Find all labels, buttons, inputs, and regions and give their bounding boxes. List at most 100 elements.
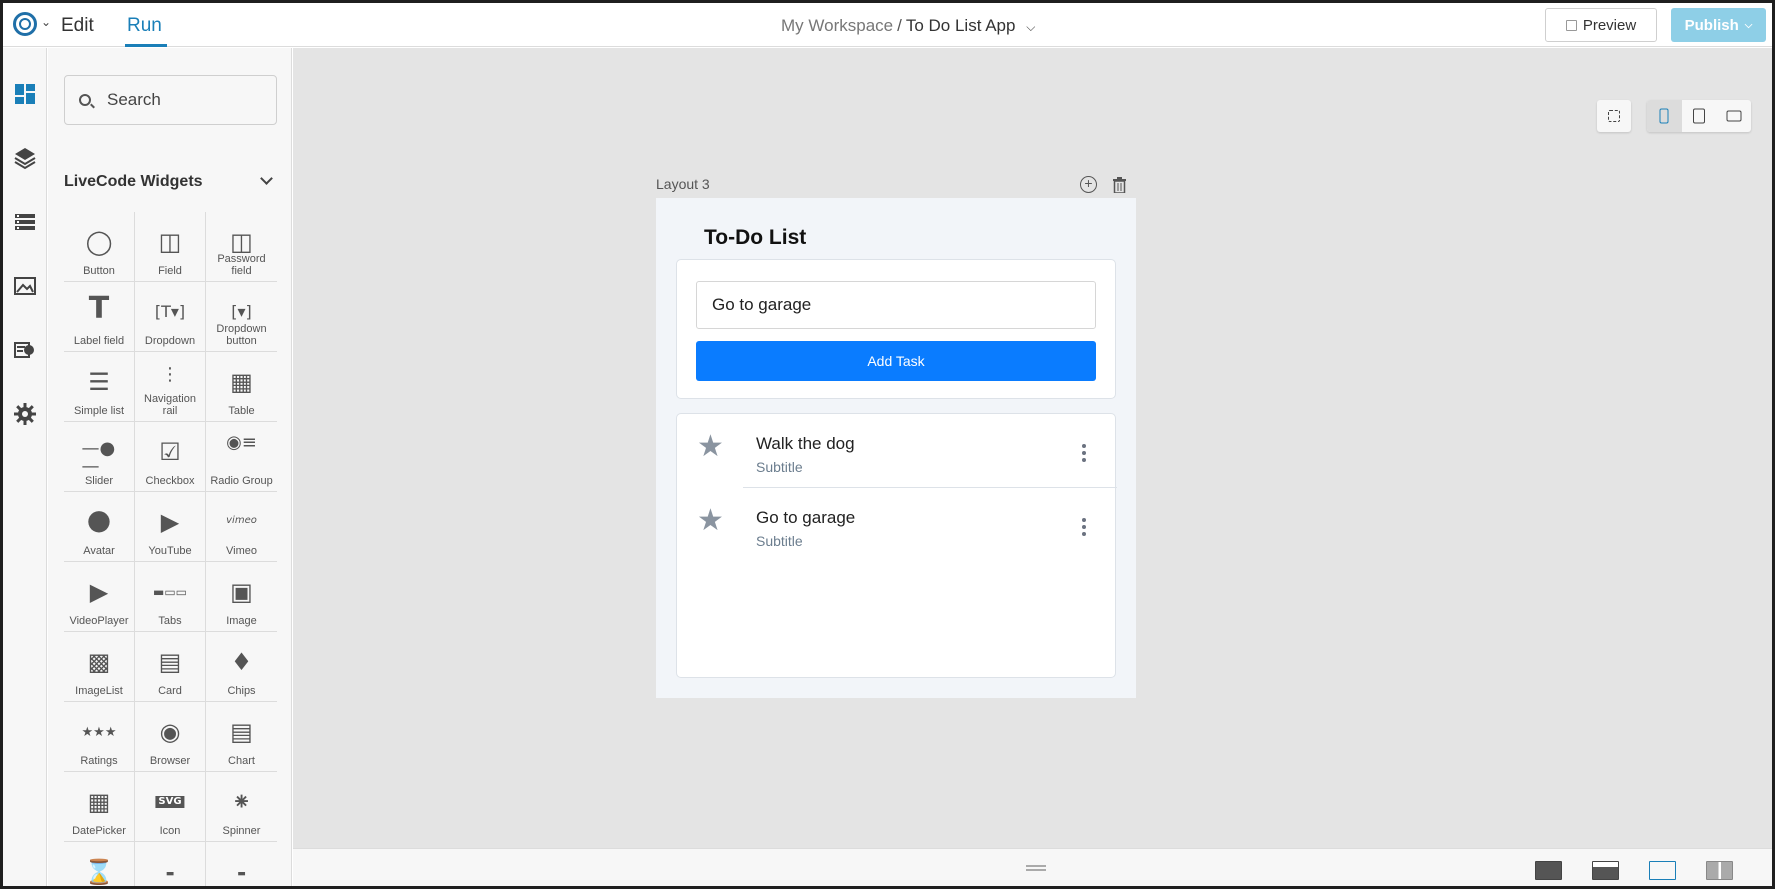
widget-youtube[interactable]: ▶ YouTube bbox=[135, 492, 206, 562]
widget-spinner[interactable]: ⁕ Spinner bbox=[206, 772, 277, 842]
widget-label: ImageList bbox=[75, 685, 123, 697]
widget-browser[interactable]: ◉ Browser bbox=[135, 702, 206, 772]
task-title: Walk the dog bbox=[756, 434, 855, 453]
widget-label: Browser bbox=[149, 755, 191, 767]
widget-label: Navigation rail bbox=[144, 393, 196, 417]
widget-date-picker[interactable]: ▦ DatePicker bbox=[64, 772, 135, 842]
search-icon bbox=[79, 94, 91, 106]
widget-segmented[interactable]: ▬ bbox=[206, 842, 277, 886]
widget-dropdown[interactable]: [T▾] Dropdown bbox=[135, 282, 206, 352]
chips-icon: ♦ bbox=[230, 648, 253, 676]
avatar-icon: ● bbox=[86, 503, 112, 536]
chevron-down-icon[interactable]: ⌵ bbox=[1026, 20, 1035, 34]
spinner-icon: ⁕ bbox=[231, 788, 252, 816]
breadcrumb-workspace[interactable]: My Workspace bbox=[781, 16, 893, 35]
settings-icon[interactable] bbox=[13, 402, 37, 426]
widget-label: VideoPlayer bbox=[69, 615, 129, 627]
star-icon[interactable]: ★ bbox=[697, 432, 724, 462]
widget-table[interactable]: ▦ Table bbox=[206, 352, 277, 422]
drag-handle-icon[interactable] bbox=[1026, 865, 1046, 871]
widget-image[interactable]: ▣ Image bbox=[206, 562, 277, 632]
card-icon: ▤ bbox=[158, 648, 182, 676]
widget-button[interactable]: ◯ Button bbox=[64, 212, 135, 282]
layout-split-icon[interactable] bbox=[1706, 861, 1733, 880]
device-mobile-button[interactable] bbox=[1647, 100, 1682, 132]
widget-timer[interactable]: ⌛ bbox=[64, 842, 135, 886]
task-title: Go to garage bbox=[756, 508, 856, 527]
widget-image-list[interactable]: ▩ ImageList bbox=[64, 632, 135, 702]
data-icon[interactable] bbox=[13, 210, 37, 234]
tablet-icon bbox=[1693, 108, 1705, 124]
more-vert-icon[interactable] bbox=[1082, 444, 1086, 462]
device-desktop-button[interactable] bbox=[1716, 100, 1751, 132]
widget-field[interactable]: ◫ Field bbox=[135, 212, 206, 282]
widget-simple-list[interactable]: ☰ Simple list bbox=[64, 352, 135, 422]
design-canvas[interactable]: Layout 3 + To-Do List Add Task ★ Walk th… bbox=[293, 48, 1772, 848]
search-input[interactable] bbox=[107, 88, 267, 112]
widget-video-player[interactable]: ▶ VideoPlayer bbox=[64, 562, 135, 632]
chevron-down-icon[interactable]: ⌄ bbox=[41, 15, 51, 29]
widget-label: Card bbox=[158, 685, 182, 697]
widget-slider[interactable]: —●— Slider bbox=[64, 422, 135, 492]
breadcrumb-app[interactable]: To Do List App bbox=[906, 16, 1016, 35]
app-preview: To-Do List Add Task ★ Walk the dog Subti… bbox=[656, 198, 1136, 698]
password-field-icon: ◫ bbox=[230, 228, 253, 256]
media-icon[interactable] bbox=[13, 274, 37, 298]
breadcrumb: My Workspace / To Do List App ⌵ bbox=[781, 16, 1035, 36]
api-icon[interactable] bbox=[13, 338, 37, 362]
widget-label: Radio Group bbox=[210, 475, 273, 487]
task-input[interactable] bbox=[696, 281, 1096, 329]
widget-icon[interactable]: SVG Icon bbox=[135, 772, 206, 842]
top-bar: ⌄ Edit Run My Workspace / To Do List App ⌵… bbox=[3, 3, 1772, 47]
widget-radio-group[interactable]: ◉≡ Radio Group bbox=[206, 422, 277, 492]
widget-dropdown-button[interactable]: [▾] Dropdown button bbox=[206, 282, 277, 352]
tab-run[interactable]: Run bbox=[127, 15, 162, 37]
layout-outline-icon[interactable] bbox=[1649, 861, 1676, 880]
image-list-icon: ▩ bbox=[87, 648, 111, 676]
widget-label-field[interactable]: T Label field bbox=[64, 282, 135, 352]
widget-label: Field bbox=[158, 265, 182, 277]
widget-label: Simple list bbox=[73, 405, 125, 417]
widget-chips[interactable]: ♦ Chips bbox=[206, 632, 277, 702]
widget-navigation-rail[interactable]: ⋮ Navigation rail bbox=[135, 352, 206, 422]
add-circle-icon[interactable]: + bbox=[1080, 176, 1097, 193]
slider-icon: —●— bbox=[81, 438, 116, 477]
widgets-icon[interactable] bbox=[13, 82, 37, 106]
preview-button[interactable]: Preview bbox=[1545, 8, 1657, 42]
list-item[interactable]: ★ Go to garage Subtitle bbox=[677, 488, 1117, 561]
trash-icon[interactable] bbox=[1113, 177, 1126, 193]
publish-label: Publish bbox=[1684, 16, 1739, 34]
chevron-down-icon[interactable] bbox=[260, 172, 273, 185]
youtube-icon: ▶ bbox=[160, 508, 180, 536]
simple-list-icon: ☰ bbox=[88, 368, 110, 396]
widget-label: Label field bbox=[73, 335, 125, 347]
fit-to-screen-button[interactable] bbox=[1597, 100, 1631, 132]
widget-card[interactable]: ▤ Card bbox=[135, 632, 206, 702]
search-box[interactable] bbox=[64, 75, 277, 125]
widget-ratings[interactable]: ★★★ Ratings bbox=[64, 702, 135, 772]
field-icon: ◫ bbox=[158, 228, 182, 256]
widget-label: Dropdown button bbox=[216, 323, 267, 347]
layers-icon[interactable] bbox=[13, 146, 37, 170]
star-icon[interactable]: ★ bbox=[697, 506, 724, 536]
radio-group-icon: ◉≡ bbox=[226, 432, 257, 453]
widget-tabs[interactable]: ▬▭▭ Tabs bbox=[135, 562, 206, 632]
widget-checkbox[interactable]: ☑ Checkbox bbox=[135, 422, 206, 492]
widget-chart[interactable]: ▤ Chart bbox=[206, 702, 277, 772]
widget-grid: ◯ Button ◫ Field ◫ Password field T Label fi… bbox=[64, 212, 277, 886]
widget-vimeo[interactable]: vimeo Vimeo bbox=[206, 492, 277, 562]
widget-avatar[interactable]: ● Avatar bbox=[64, 492, 135, 562]
dropdown-button-icon: [▾] bbox=[231, 302, 252, 321]
list-item[interactable]: ★ Walk the dog Subtitle bbox=[677, 414, 1117, 487]
app-logo-icon[interactable] bbox=[13, 12, 37, 36]
tab-edit[interactable]: Edit bbox=[61, 15, 94, 37]
publish-button[interactable]: Publish ⌵ bbox=[1671, 8, 1766, 42]
layout-full-icon[interactable] bbox=[1535, 861, 1562, 880]
device-tablet-button[interactable] bbox=[1682, 100, 1717, 132]
more-vert-icon[interactable] bbox=[1082, 518, 1086, 536]
preview-label: Preview bbox=[1582, 16, 1637, 34]
layout-bar-icon[interactable] bbox=[1592, 861, 1619, 880]
widget-password-field[interactable]: ◫ Password field bbox=[206, 212, 277, 282]
add-task-button[interactable]: Add Task bbox=[696, 341, 1096, 381]
widget-title-bar[interactable]: ▬ bbox=[135, 842, 206, 886]
